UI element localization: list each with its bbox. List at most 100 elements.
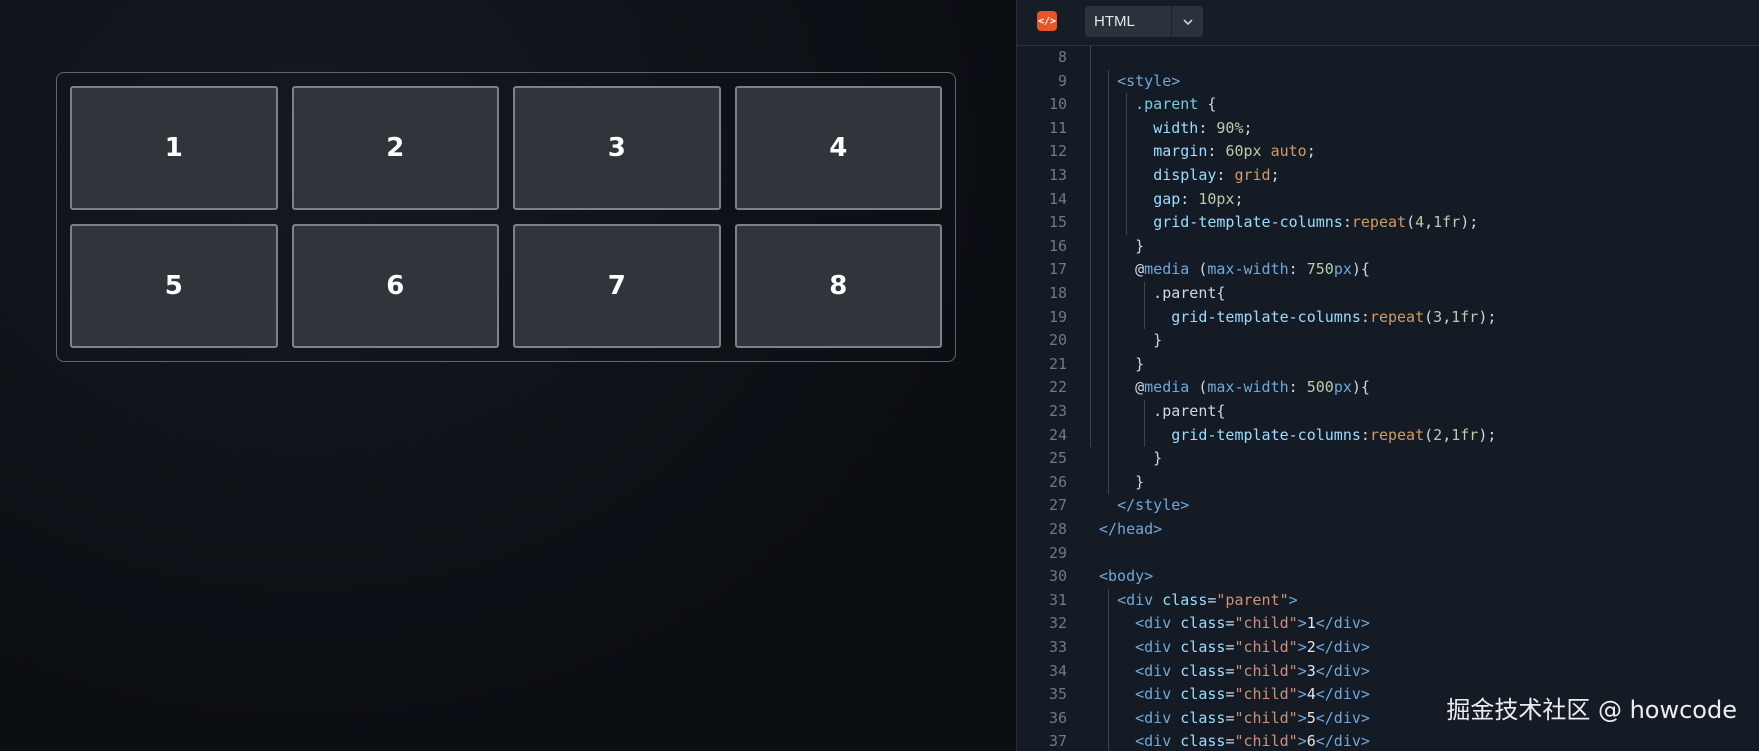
code-line[interactable]: 19 grid-template-columns:repeat(3,1fr); [1017,306,1759,330]
code-text: <body> [1099,565,1153,589]
code-token: @ [1135,260,1145,279]
code-line[interactable]: 11 width: 90%; [1017,117,1759,141]
grid-cell: 6 [291,224,499,348]
chevron-down-icon[interactable] [1172,16,1203,28]
code-token: ; [1243,118,1253,137]
code-text: <div class="parent"> [1099,589,1298,613]
code-line[interactable]: 28 </head> [1017,518,1759,542]
code-token: </head> [1099,520,1163,538]
code-token: auto [1270,142,1307,161]
code-token: 2 [1433,425,1443,444]
code-line[interactable]: 24 grid-template-columns:repeat(2,1fr); [1017,424,1759,448]
code-line[interactable]: 22 @media (max-width: 500px){ [1017,376,1759,400]
code-line[interactable]: 9 <style> [1017,70,1759,94]
code-line[interactable]: 27 </style> [1017,494,1759,518]
code-token: grid-template-columns [1171,307,1361,326]
code-line[interactable]: 16 } [1017,235,1759,259]
code-token: <div [1135,661,1172,680]
code-line[interactable]: 20 } [1017,329,1759,353]
code-line[interactable]: 21 } [1017,353,1759,377]
code-line[interactable]: 32 <div class="child">1</div> [1017,612,1759,636]
code-token: } [1099,354,1145,373]
code-editor-pane[interactable]: </> HTML 89 <style> 10 .parent {11 width:… [1016,0,1759,751]
code-token: </div> [1315,685,1370,704]
code-token: ); [1478,307,1497,326]
code-token: : [1207,142,1226,161]
code-token: > [1297,685,1307,704]
code-line[interactable]: 15 grid-template-columns:repeat(4,1fr); [1017,211,1759,235]
code-line[interactable]: 34 <div class="child">3</div> [1017,660,1759,684]
code-text: .parent { [1099,93,1216,117]
code-line[interactable]: 26 } [1017,471,1759,495]
code-line[interactable]: 29 [1017,542,1759,566]
grid-cell: 3 [513,86,721,210]
code-token: : [1342,213,1352,232]
code-token: 4 [1306,685,1316,704]
line-number: 13 [1048,166,1067,184]
line-number: 22 [1048,378,1067,397]
code-token: : [1198,118,1217,137]
code-token: </div> [1315,661,1370,680]
code-token: > [1297,708,1307,727]
code-token: 750 [1306,260,1334,279]
code-token: "child" [1234,708,1298,727]
indent-guide [1090,46,1091,448]
code-token: 60px [1225,142,1262,161]
html-code-icon[interactable]: </> [1037,11,1057,31]
code-line[interactable]: 17 @media (max-width: 750px){ [1017,258,1759,282]
code-token: max-width [1207,260,1289,279]
code-line[interactable]: 13 display: grid; [1017,164,1759,188]
code-line[interactable]: 8 [1017,46,1759,70]
line-number: 17 [1048,260,1067,279]
code-token: </style> [1117,496,1190,515]
code-token: repeat [1369,425,1425,444]
code-token: grid-template-columns [1153,213,1343,232]
code-line[interactable]: 37 <div class="child">6</div> [1017,730,1759,751]
code-token: .parent{ [1099,284,1226,302]
code-token: <div [1135,732,1172,751]
code-token: width [1153,118,1199,137]
language-select[interactable]: HTML [1085,6,1203,37]
code-token: > [1297,661,1307,680]
code-line[interactable]: 18 .parent{ [1017,282,1759,306]
watermark: 掘金技术社区 @ howcode [1446,696,1737,724]
code-token: px [1333,260,1352,279]
code-token: @ [1135,378,1145,397]
code-line[interactable]: 33 <div class="child">2</div> [1017,636,1759,660]
line-number: 36 [1048,708,1067,727]
code-line[interactable]: 10 .parent { [1017,93,1759,117]
code-token: class [1180,685,1226,704]
code-area[interactable]: 89 <style> 10 .parent {11 width: 90%; 12 m… [1017,46,1759,751]
code-token: class [1180,708,1226,727]
code-text: grid-template-columns:repeat(4,1fr); [1099,211,1478,235]
code-line[interactable]: 12 margin: 60px auto; [1017,140,1759,164]
code-line[interactable]: 30 <body> [1017,565,1759,589]
code-line[interactable]: 14 gap: 10px; [1017,188,1759,212]
code-token: : [1216,166,1235,184]
code-line[interactable]: 31 <div class="parent"> [1017,589,1759,613]
code-line[interactable]: 25 } [1017,447,1759,471]
code-token: <div [1117,590,1154,609]
line-number: 20 [1048,331,1067,350]
grid-cell: 7 [513,224,721,348]
code-token: "child" [1234,661,1298,680]
indent-guide [1144,282,1145,330]
code-token: ( [1189,260,1208,279]
code-line[interactable]: 23 .parent{ [1017,400,1759,424]
code-token: 1fr [1433,213,1461,232]
code-token: ( [1424,307,1434,326]
code-token: "child" [1234,685,1298,704]
code-text: <div class="child">1</div> [1099,612,1370,636]
code-token: ( [1424,425,1434,444]
line-number: 21 [1048,354,1067,373]
